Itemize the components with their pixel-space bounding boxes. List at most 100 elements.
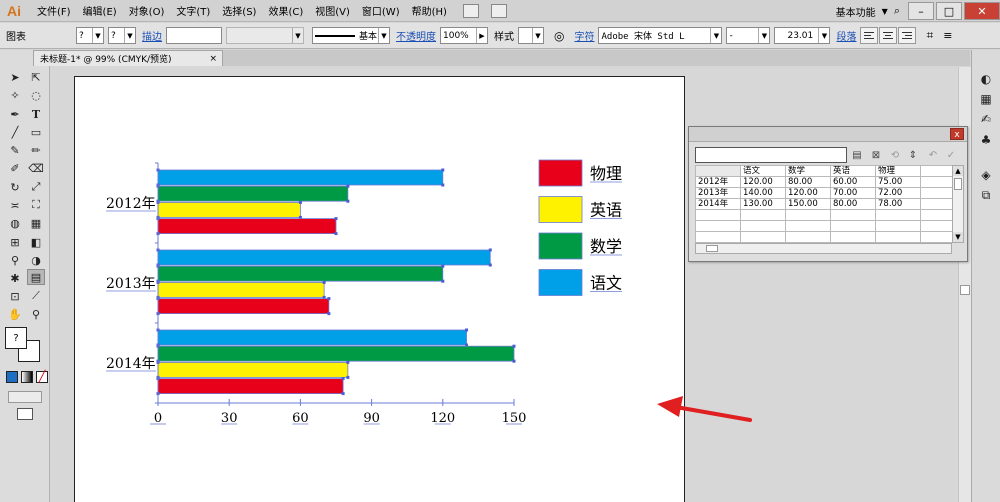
anchor-point xyxy=(346,199,350,203)
apply-icon[interactable]: ✓ xyxy=(943,148,959,162)
table-cell[interactable] xyxy=(830,231,876,243)
table-cell[interactable]: 72.00 xyxy=(875,187,921,199)
table-cell[interactable]: 60.00 xyxy=(830,176,876,188)
table-cell[interactable] xyxy=(740,209,786,221)
anchor-point xyxy=(334,217,338,221)
chart-bar[interactable] xyxy=(157,298,330,315)
table-header-cell[interactable]: 语文 xyxy=(740,165,786,177)
chart-bar[interactable] xyxy=(157,201,301,218)
table-cell[interactable]: 80.00 xyxy=(830,198,876,210)
table-cell[interactable] xyxy=(785,231,831,243)
table-row xyxy=(695,220,953,232)
chart-bar[interactable] xyxy=(157,378,344,395)
transpose-icon[interactable]: ⊠ xyxy=(868,148,884,162)
swatches-panel-icon[interactable]: ▦ xyxy=(978,91,994,106)
cell-style-icon[interactable]: ⇕ xyxy=(905,148,921,162)
table-cell[interactable] xyxy=(740,231,786,243)
table-cell[interactable] xyxy=(785,209,831,221)
color-panel-icon[interactable]: ◐ xyxy=(978,71,994,86)
chart-bar[interactable] xyxy=(157,169,444,186)
anchor-point xyxy=(322,280,326,284)
cell-entry-field[interactable] xyxy=(695,147,847,163)
scroll-down-icon[interactable]: ▼ xyxy=(953,232,963,242)
table-cell[interactable] xyxy=(695,220,741,232)
table-cell[interactable] xyxy=(920,187,953,199)
legend-swatch[interactable] xyxy=(538,269,583,296)
graphic-styles-panel-icon[interactable]: ♣ xyxy=(978,132,994,147)
table-cell[interactable] xyxy=(920,176,953,188)
anchor-point xyxy=(341,377,345,381)
table-header-cell[interactable]: 数学 xyxy=(785,165,831,177)
chart-bar[interactable] xyxy=(157,249,491,266)
scroll-thumb[interactable] xyxy=(706,245,718,252)
scroll-thumb[interactable] xyxy=(960,285,970,295)
table-cell[interactable] xyxy=(920,231,953,243)
anchor-point xyxy=(441,279,445,283)
artboards-panel-icon[interactable]: ⧉ xyxy=(978,188,994,203)
table-cell[interactable] xyxy=(785,220,831,232)
scroll-up-icon[interactable]: ▲ xyxy=(953,166,963,176)
table-header-cell[interactable]: 物理 xyxy=(875,165,921,177)
anchor-point xyxy=(298,200,302,204)
brushes-panel-icon[interactable]: ✍ xyxy=(978,111,994,126)
table-cell[interactable] xyxy=(920,198,953,210)
revert-icon[interactable]: ↶ xyxy=(925,148,941,162)
table-cell[interactable] xyxy=(920,220,953,232)
anchor-point xyxy=(346,360,350,364)
table-cell[interactable]: 70.00 xyxy=(830,187,876,199)
legend-label: 数学 xyxy=(590,237,622,256)
table-cell[interactable]: 130.00 xyxy=(740,198,786,210)
anchor-point xyxy=(512,359,516,363)
import-data-icon[interactable]: ▤ xyxy=(849,148,865,162)
table-cell[interactable] xyxy=(875,220,921,232)
legend-swatch[interactable] xyxy=(538,196,583,223)
layers-panel-icon[interactable]: ◈ xyxy=(978,167,994,182)
table-cell[interactable]: 2012年 xyxy=(695,176,741,188)
table-row: 2013年 140.00 120.00 70.00 72.00 xyxy=(695,187,953,199)
anchor-point xyxy=(327,297,331,301)
category-label: 2013年 xyxy=(106,276,156,292)
switch-xy-icon[interactable]: ⟲ xyxy=(887,148,903,162)
chart-bar[interactable] xyxy=(157,281,325,298)
table-row xyxy=(695,231,953,243)
table-header-cell[interactable] xyxy=(920,165,953,177)
chart-bar[interactable] xyxy=(157,361,349,378)
table-cell[interactable]: 120.00 xyxy=(740,176,786,188)
legend-swatch[interactable] xyxy=(538,159,583,187)
legend-label: 英语 xyxy=(590,201,622,220)
table-cell[interactable]: 80.00 xyxy=(785,176,831,188)
anchor-point xyxy=(465,328,469,332)
close-button[interactable]: x xyxy=(950,128,964,140)
table-cell[interactable] xyxy=(695,231,741,243)
table-cell[interactable]: 2013年 xyxy=(695,187,741,199)
chart-bar[interactable] xyxy=(157,329,467,346)
table-cell[interactable]: 120.00 xyxy=(785,187,831,199)
data-vertical-scrollbar[interactable]: ▲ ▼ xyxy=(952,165,964,243)
scroll-thumb[interactable] xyxy=(954,178,962,190)
chart-bar[interactable] xyxy=(157,185,349,202)
table-cell[interactable] xyxy=(875,209,921,221)
chart-bar[interactable] xyxy=(157,265,444,282)
panel-dock: ◐ ▦ ✍ ♣ ◈ ⧉ xyxy=(971,50,1000,502)
chart-bar[interactable] xyxy=(157,218,337,235)
table-cell[interactable] xyxy=(695,209,741,221)
table-cell[interactable] xyxy=(740,220,786,232)
table-cell[interactable]: 78.00 xyxy=(875,198,921,210)
table-header-cell[interactable] xyxy=(695,165,741,177)
graph-data-titlebar[interactable]: x xyxy=(689,127,967,142)
category-label: 2012年 xyxy=(106,196,156,212)
table-cell[interactable] xyxy=(920,209,953,221)
graph-data-table[interactable]: 语文 数学 英语 物理 2012年 120.00 80.00 60.00 75.00 2013年 1… xyxy=(695,165,953,243)
table-cell[interactable] xyxy=(830,209,876,221)
legend-swatch[interactable] xyxy=(538,232,583,260)
table-cell[interactable]: 2014年 xyxy=(695,198,741,210)
table-cell[interactable]: 150.00 xyxy=(785,198,831,210)
anchor-point xyxy=(441,168,445,172)
table-cell[interactable] xyxy=(830,220,876,232)
chart-bar[interactable] xyxy=(157,345,515,362)
table-cell[interactable]: 140.00 xyxy=(740,187,786,199)
table-cell[interactable] xyxy=(875,231,921,243)
table-header-cell[interactable]: 英语 xyxy=(830,165,876,177)
table-cell[interactable]: 75.00 xyxy=(875,176,921,188)
data-horizontal-scrollbar[interactable] xyxy=(695,243,952,254)
